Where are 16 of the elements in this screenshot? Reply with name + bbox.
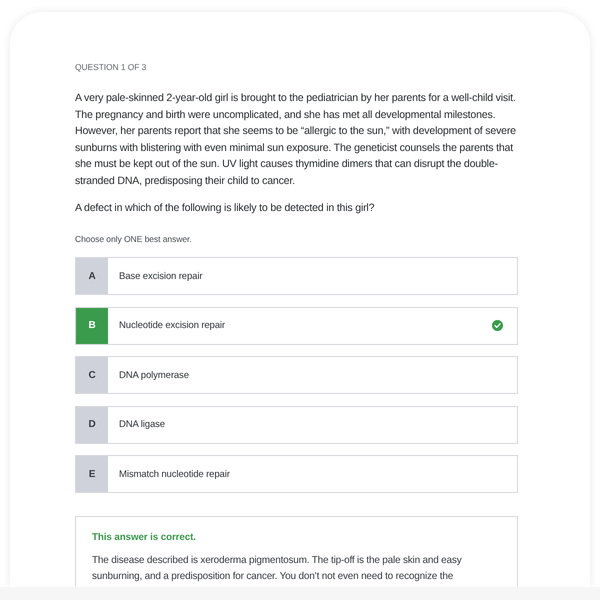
answer-option[interactable]: D DNA ligase bbox=[75, 406, 518, 444]
answer-option[interactable]: C DNA polymerase bbox=[75, 356, 518, 394]
option-letter: C bbox=[76, 357, 108, 393]
feedback-title: This answer is correct. bbox=[92, 531, 197, 545]
feedback-text: The disease described is xeroderma pigmentosum. The tip-off is the pale skin and easy sunburning, and a predisposition for cancer. You don’t not even need to recognize the bbox=[92, 554, 463, 584]
option-letter: A bbox=[76, 258, 108, 294]
answer-option[interactable]: B Nucleotide excision repair bbox=[75, 306, 518, 344]
option-letter: B bbox=[76, 308, 108, 344]
question-prompt: A defect in which of the following is likely to be detected in this girl? bbox=[75, 201, 376, 216]
answer-option[interactable]: A Base excision repair bbox=[75, 257, 518, 295]
option-letter: E bbox=[76, 456, 108, 492]
answer-instruction: Choose only ONE best answer. bbox=[75, 233, 193, 245]
question-counter: QUESTION 1 OF 3 bbox=[75, 62, 148, 72]
option-letter: D bbox=[76, 406, 108, 442]
question-stem: A very pale-skinned 2-year-old girl is brought to the pediatrician by her parents for a well-child visit. The pregnancy and birth were uncomplicated, and she has met all developmental milestones. However, her parents report that she seems to be “allergic to the sun,” with development of severe sunburns with blistering with even minimal sun exposure. The geneticist counsels the parents that she must be kept out of the sun. UV light causes thymidine dimers that can disrupt the double-stranded DNA, predisposing their child to cancer. bbox=[75, 91, 517, 188]
answer-option[interactable]: E Mismatch nucleotide repair bbox=[75, 455, 518, 493]
